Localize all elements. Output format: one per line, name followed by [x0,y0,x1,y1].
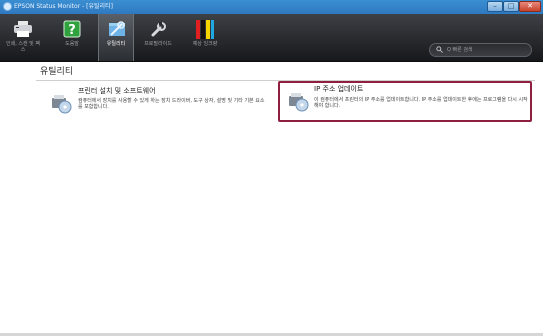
close-button[interactable]: ✕ [519,1,541,12]
toolbar-label: 인쇄, 스캔 및 팩스 [6,41,40,53]
toolbar-item-wrench[interactable]: 프로필라이드 [140,14,176,61]
toolbar: 인쇄, 스캔 및 팩스 ? 도움말 유틸리티 프로필라이드 예상 잉크량 Q 빠… [0,14,543,62]
utility-icon [109,21,125,36]
toolbar-item-utility[interactable]: 유틸리티 [98,14,134,61]
ip-update-icon [289,93,309,112]
setup-disc-icon [52,95,72,114]
quick-search-box[interactable]: Q 빠른 검색 [429,43,532,57]
title-bar: EPSON Status Monitor - [유틸리티] – □ ✕ [0,0,543,14]
toolbar-item-help[interactable]: ? 도움말 [57,14,87,61]
toolbar-item-ink-levels[interactable]: 예상 잉크량 [184,14,226,61]
card-description: 이 컴퓨터에서 프린터의 IP 주소를 업데이트합니다. IP 주소를 업데이트… [314,97,528,109]
minimize-button[interactable]: – [487,1,503,12]
wrench-icon [151,22,166,37]
page-title: 유틸리티 [40,67,74,77]
search-icon [436,46,443,53]
toolbar-label: 도움말 [65,41,79,47]
svg-text:?: ? [68,23,76,38]
toolbar-label: 유틸리티 [106,41,126,47]
printer-setup-card[interactable]: 프린터 설치 및 소프트웨어 컴퓨터에서 장치를 사용할 수 있게 하는 장치 … [38,84,274,124]
printer-icon [14,21,32,37]
ip-address-update-card[interactable]: IP 주소 업데이트 이 컴퓨터에서 프린터의 IP 주소를 업데이트합니다. … [278,81,532,122]
search-placeholder: Q 빠른 검색 [447,47,473,53]
toolbar-item-print-scan-fax[interactable]: 인쇄, 스캔 및 팩스 [4,14,42,61]
toolbar-label: 프로필라이드 [144,41,172,47]
toolbar-label: 예상 잉크량 [192,41,218,47]
card-title: 프린터 설치 및 소프트웨어 [78,87,156,95]
ink-levels-icon [196,20,214,39]
card-title: IP 주소 업데이트 [314,85,364,93]
help-icon: ? [63,20,81,38]
app-window: EPSON Status Monitor - [유틸리티] – □ ✕ 인쇄, … [0,0,543,336]
card-description: 컴퓨터에서 장치를 사용할 수 있게 하는 장치 드라이버, 도구 상자, 설명… [78,98,265,110]
maximize-button[interactable]: □ [503,1,519,12]
window-title: EPSON Status Monitor - [유틸리티] [14,3,113,10]
app-icon [3,2,12,11]
